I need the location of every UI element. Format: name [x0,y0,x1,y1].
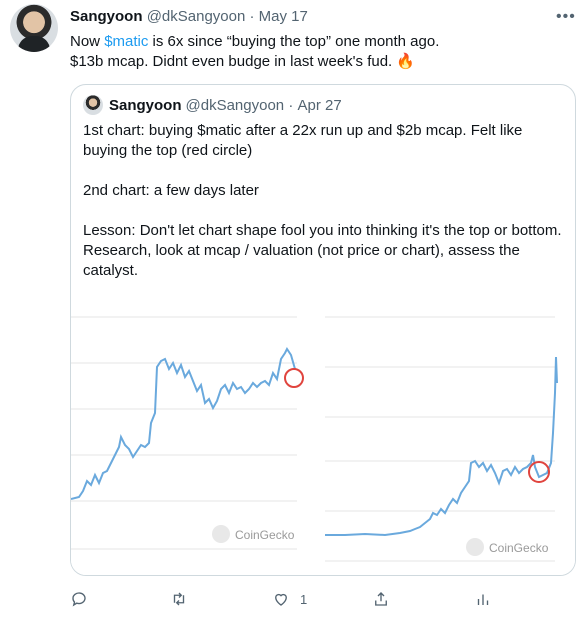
share-icon [375,592,387,606]
quoted-tweet-header: Sangyoon @dkSangyoon · Apr 27 [83,95,342,115]
tweet-text-line2: $13b mcap. Didnt even budge in last week… [70,53,416,70]
action-bar: 1 [70,590,510,612]
quoted-tweet[interactable]: Sangyoon @dkSangyoon · Apr 27 1st chart:… [70,84,576,576]
chart-2-red-circle [528,461,550,483]
chart-image-1[interactable]: CoinGecko [71,313,321,575]
coingecko-logo-icon [212,525,230,543]
chart-image-2[interactable]: CoinGecko [325,313,575,575]
tweet-text: Now $matic is 6x since “buying the top” … [70,32,570,72]
quoted-paragraph-3: Lesson: Don't let chart shape fool you i… [83,222,562,279]
avatar[interactable] [10,4,58,52]
tweet: Sangyoon @dkSangyoon · May 17 ••• Now $m… [0,0,587,624]
tweet-header: Sangyoon @dkSangyoon · May 17 [70,8,308,25]
coingecko-label: CoinGecko [235,528,295,542]
quoted-tweet-date: Apr 27 [297,96,342,114]
quoted-author-name: Sangyoon [109,96,182,114]
coingecko-watermark-1: CoinGecko [212,525,295,543]
like-icon [275,593,287,606]
coingecko-watermark-2: CoinGecko [466,538,549,556]
coingecko-label: CoinGecko [489,541,549,555]
reply-button[interactable] [70,590,88,608]
separator-dot: · [249,8,255,25]
like-button[interactable]: 1 [272,590,307,608]
quoted-author-handle: @dkSangyoon [185,96,285,114]
like-count: 1 [300,591,308,607]
chart-2-price-line [325,356,558,537]
analytics-icon [477,594,489,605]
chart-1-price-line [71,347,296,500]
author-handle[interactable]: @dkSangyoon [147,8,246,25]
more-icon[interactable]: ••• [556,8,576,26]
retweet-icon [173,592,185,606]
quoted-paragraph-1: 1st chart: buying $matic after a 22x run… [83,122,523,159]
tweet-text-part: Now [70,33,105,50]
tweet-date[interactable]: May 17 [259,8,308,25]
chart-2-gridlines [325,316,555,562]
reply-icon [72,592,86,607]
tweet-text-part: is 6x since “buying the top” one month a… [148,33,440,50]
chart-1-gridlines [71,316,297,550]
quoted-avatar [83,95,103,115]
chart-2-svg: CoinGecko [325,316,558,562]
coingecko-logo-icon [466,538,484,556]
separator-dot: · [284,96,298,114]
author-name[interactable]: Sangyoon [70,8,143,25]
analytics-button[interactable] [474,590,492,608]
chart-1-svg: CoinGecko [71,316,304,550]
quoted-tweet-text: 1st chart: buying $matic after a 22x run… [83,121,563,301]
cashtag-link[interactable]: $matic [104,33,148,50]
chart-1-red-circle [284,368,304,388]
share-button[interactable] [372,590,390,608]
quoted-paragraph-2: 2nd chart: a few days later [83,182,259,199]
retweet-button[interactable] [170,590,188,608]
